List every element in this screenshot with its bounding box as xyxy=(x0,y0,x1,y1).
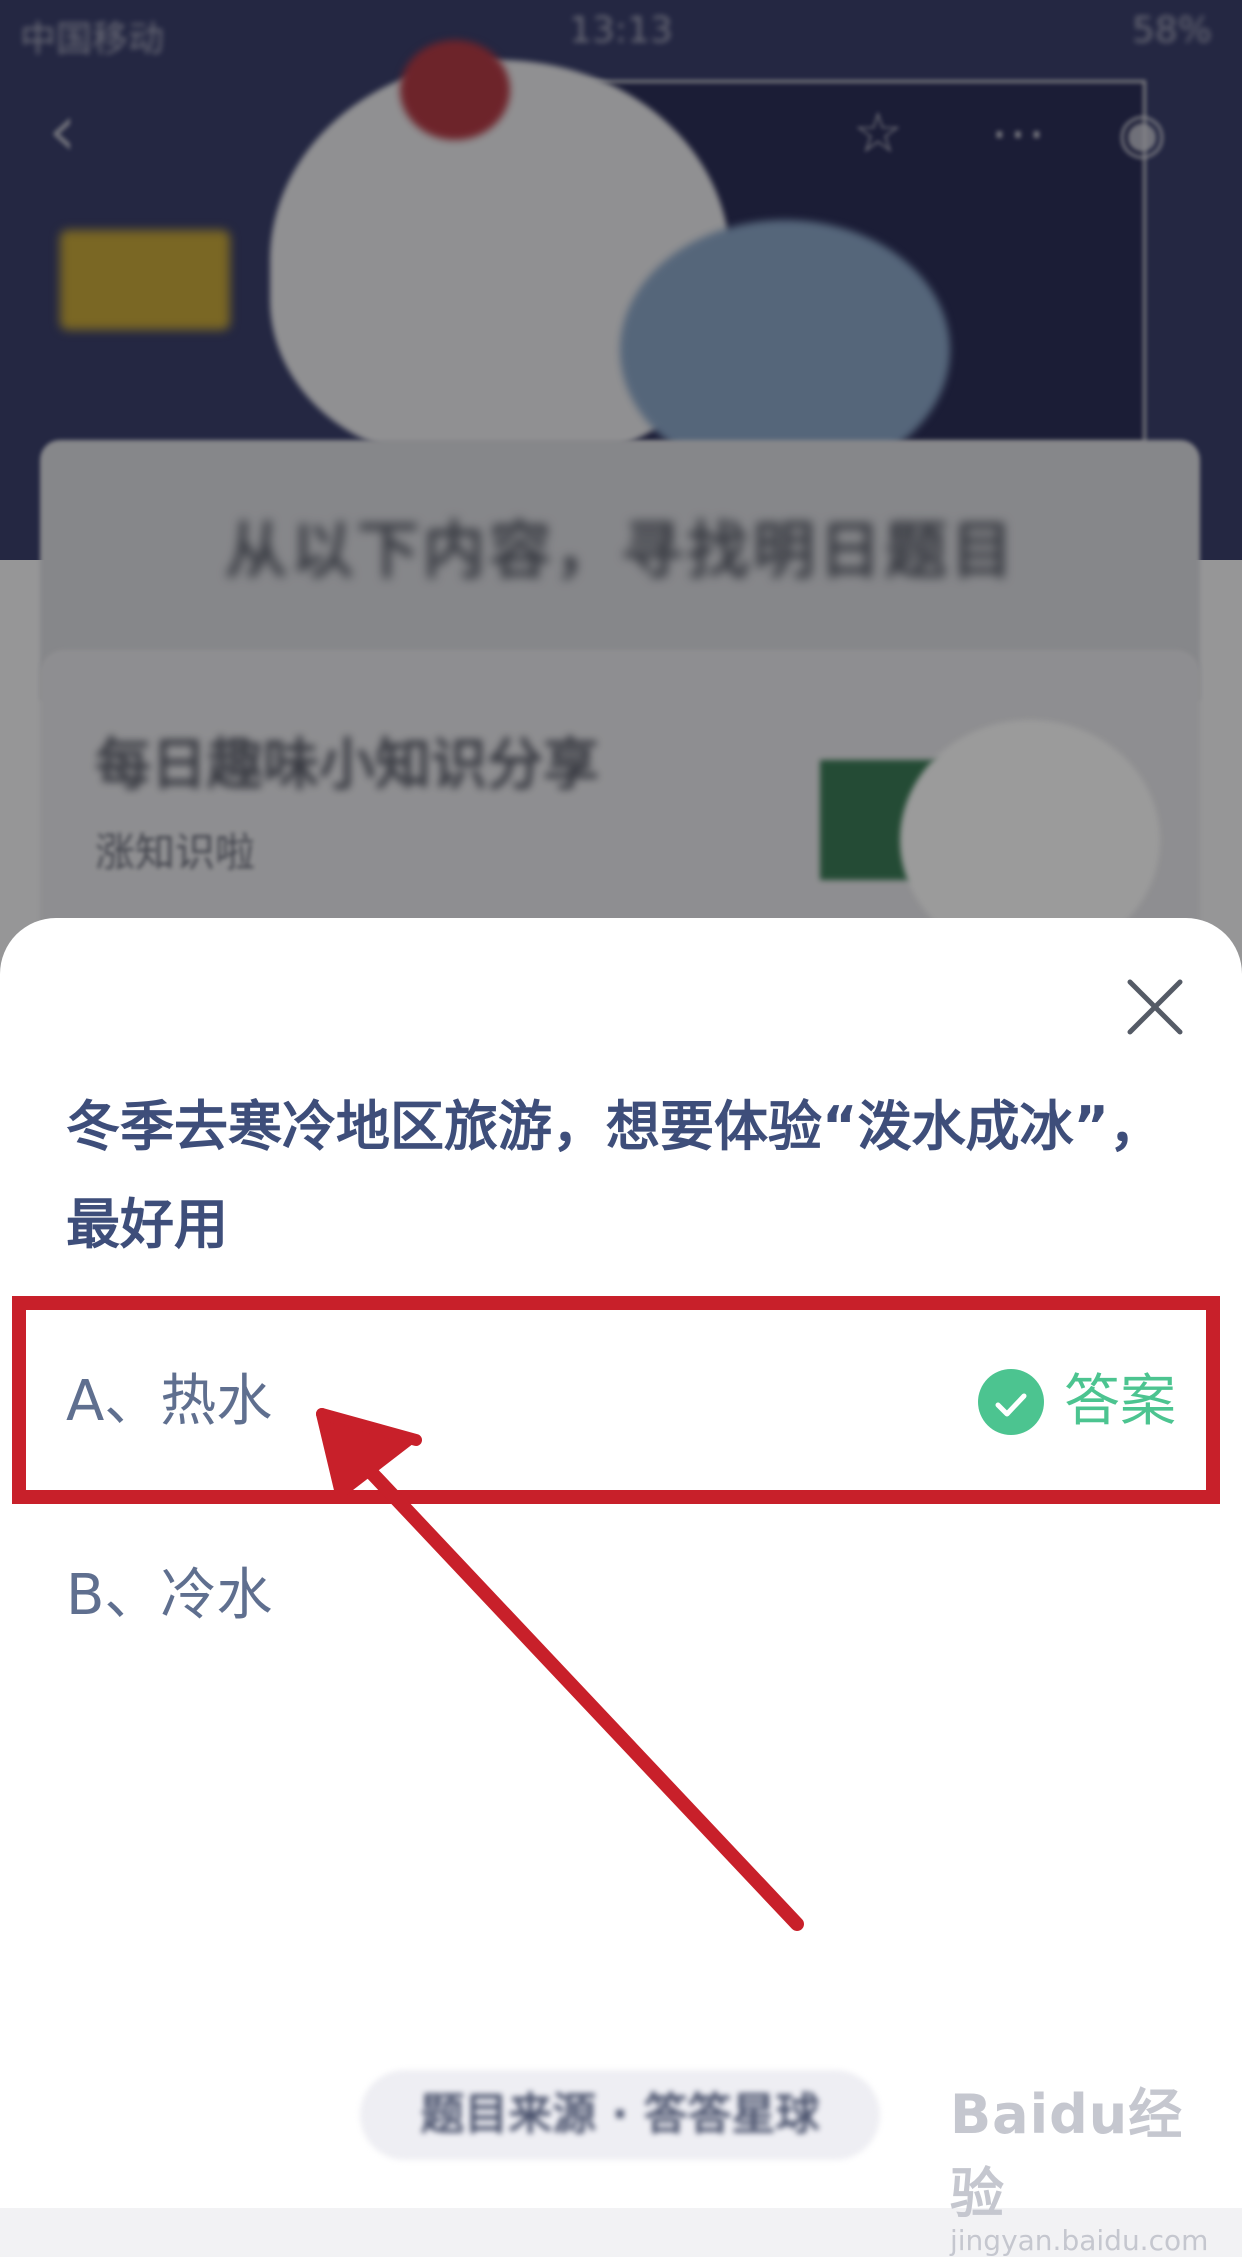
baidu-watermark: Baidu经验 jingyan.baidu.com xyxy=(950,2070,1230,2257)
watermark-brand: Baidu经验 xyxy=(950,2083,1184,2225)
annotation-highlight-box xyxy=(12,1296,1220,1504)
option-b-label: B、冷水 xyxy=(66,1563,273,1628)
source-button[interactable]: 题目来源 · 答答星球 xyxy=(360,2070,880,2160)
quiz-question: 冬季去寒冷地区旅游，想要体验“泼水成冰”，最好用 xyxy=(66,1095,1163,1256)
watermark-url: jingyan.baidu.com xyxy=(950,2224,1209,2257)
close-icon[interactable] xyxy=(1120,972,1190,1042)
source-button-label: 题目来源 · 答答星球 xyxy=(420,2089,820,2140)
modal-overlay[interactable] xyxy=(0,0,1242,1000)
option-b[interactable]: B、冷水 xyxy=(66,1546,1176,1646)
background-page: 从以下内容，寻找明日题目 每日趣味小知识分享 涨知识啦 中国移动 13:13 5… xyxy=(0,0,1242,1000)
